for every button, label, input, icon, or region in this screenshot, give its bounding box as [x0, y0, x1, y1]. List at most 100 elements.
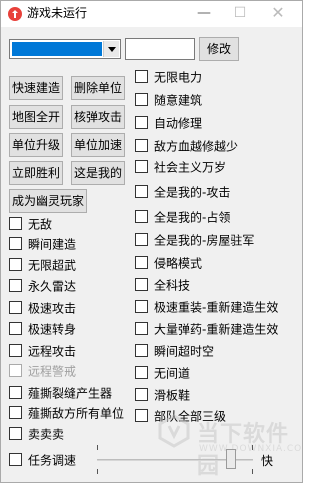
checkbox-label: 瞬间超时空: [154, 344, 215, 359]
checkbox-sell-sell-sell[interactable]: 卖卖卖: [9, 425, 64, 443]
slider-tick: [97, 445, 98, 450]
checkbox-all-mine-garrison[interactable]: 全是我的-房屋驻军: [135, 231, 254, 249]
maximize-button[interactable]: ☐: [225, 1, 255, 27]
checkbox-enemy-repair-loss[interactable]: 敌方血越修越少: [135, 137, 238, 155]
checkbox-mission-speed[interactable]: 任务调速: [9, 451, 76, 469]
checkbox-box[interactable]: [135, 344, 148, 357]
checkbox-label: 大量弹药-重新建造生效: [154, 322, 279, 337]
checkbox-ranged-attack[interactable]: 远程攻击: [9, 342, 76, 360]
checkbox-box[interactable]: [135, 93, 148, 106]
checkbox-all-tech[interactable]: 全科技: [135, 276, 190, 294]
checkbox-box[interactable]: [135, 116, 148, 129]
checkbox-box[interactable]: [135, 160, 148, 173]
instant-win-button[interactable]: 立即胜利: [9, 161, 63, 185]
checkbox-box[interactable]: [9, 386, 22, 399]
slider-tick: [97, 469, 98, 474]
close-button[interactable]: ✕: [263, 1, 293, 27]
checkbox-permanent-radar[interactable]: 永久雷达: [9, 277, 76, 295]
checkbox-box[interactable]: [135, 409, 148, 422]
checkbox-box[interactable]: [9, 301, 22, 314]
checkbox-box[interactable]: [9, 217, 22, 230]
game-select-dropdown[interactable]: [9, 39, 121, 59]
checkbox-label: 薤撕敌方所有单位: [28, 406, 125, 421]
checkbox-box: [9, 364, 22, 377]
checkbox-box[interactable]: [135, 185, 148, 198]
checkbox-label: 全是我的-房屋驻军: [154, 233, 255, 248]
checkbox-label: 自动修理: [154, 116, 203, 131]
chevron-down-icon[interactable]: [103, 41, 119, 57]
checkbox-box[interactable]: [9, 322, 22, 335]
checkbox-box[interactable]: [135, 233, 148, 246]
slider-tick: [252, 469, 253, 474]
speed-slider-thumb[interactable]: [226, 449, 236, 469]
checkbox-unlimited-superweapon[interactable]: 无限超武: [9, 256, 76, 274]
checkbox-instant-chrono[interactable]: 瞬间超时空: [135, 342, 214, 360]
app-window: 游戏未运行 — ☐ ✕ 修改 快速建造 删除单位 地图全开 核弹攻击 单位升级 …: [0, 0, 303, 483]
checkbox-label: 无限电力: [154, 70, 203, 85]
checkbox-auto-repair[interactable]: 自动修理: [135, 114, 202, 132]
checkbox-label: 无限超武: [28, 258, 77, 273]
checkbox-box[interactable]: [135, 139, 148, 152]
checkbox-destroy-all-enemy[interactable]: 薤撕敌方所有单位: [9, 404, 124, 422]
minimize-button[interactable]: —: [189, 1, 219, 27]
watermark-logo-icon: [158, 414, 190, 448]
this-is-mine-button[interactable]: 这是我的: [71, 161, 125, 185]
checkbox-rift-generator[interactable]: 薤撕裂缝产生器: [9, 384, 112, 402]
checkbox-box[interactable]: [135, 256, 148, 269]
checkbox-fast-reload[interactable]: 极速重装-重新建造生效: [135, 298, 278, 316]
unit-speed-button[interactable]: 单位加速: [71, 133, 125, 157]
map-reveal-button[interactable]: 地图全开: [9, 105, 63, 129]
checkbox-box[interactable]: [135, 366, 148, 379]
checkbox-box[interactable]: [135, 278, 148, 291]
checkbox-all-mine-attack[interactable]: 全是我的-攻击: [135, 183, 230, 201]
checkbox-label: 极速转身: [28, 322, 77, 337]
checkbox-lots-of-ammo[interactable]: 大量弹药-重新建造生效: [135, 320, 278, 338]
checkbox-box[interactable]: [9, 258, 22, 271]
checkbox-label: 全是我的-占领: [154, 210, 231, 225]
checkbox-free-build[interactable]: 随意建筑: [135, 91, 202, 109]
unit-upgrade-button[interactable]: 单位升级: [9, 133, 63, 157]
checkbox-label: 任务调速: [28, 453, 77, 468]
checkbox-box[interactable]: [9, 406, 22, 419]
checkbox-label: 远程攻击: [28, 344, 77, 359]
checkbox-box[interactable]: [135, 70, 148, 83]
checkbox-unlimited-power[interactable]: 无限电力: [135, 68, 202, 86]
checkbox-box[interactable]: [9, 279, 22, 292]
checkbox-label: 薤撕裂缝产生器: [28, 386, 113, 401]
checkbox-fast-turn[interactable]: 极速转身: [9, 320, 76, 338]
checkbox-label: 永久雷达: [28, 279, 77, 294]
edit-button[interactable]: 修改: [199, 37, 239, 61]
nuke-attack-button[interactable]: 核弹攻击: [71, 105, 125, 129]
app-icon: [8, 7, 22, 21]
checkbox-label: 极速重装-重新建造生效: [154, 300, 279, 315]
checkbox-box[interactable]: [135, 210, 148, 223]
checkbox-box[interactable]: [135, 322, 148, 335]
checkbox-label: 无敌: [28, 217, 53, 232]
checkbox-label: 瞬间建造: [28, 237, 77, 252]
checkbox-invasion-mode[interactable]: 侵略模式: [135, 254, 202, 272]
checkbox-infernal-affairs[interactable]: 无间道: [135, 364, 190, 382]
delete-unit-button[interactable]: 删除单位: [71, 76, 125, 100]
checkbox-socialism[interactable]: 社会主义万岁: [135, 158, 226, 176]
checkbox-instant-build[interactable]: 瞬间建造: [9, 235, 76, 253]
dropdown-selection: [12, 42, 102, 56]
value-input[interactable]: [125, 38, 195, 60]
checkbox-skate-shoes[interactable]: 滑板鞋: [135, 386, 190, 404]
checkbox-invincible[interactable]: 无敌: [9, 215, 52, 233]
checkbox-box[interactable]: [9, 427, 22, 440]
checkbox-box[interactable]: [9, 237, 22, 250]
window-title: 游戏未运行: [27, 6, 88, 20]
checkbox-all-mine-capture[interactable]: 全是我的-占领: [135, 208, 230, 226]
become-ghost-button[interactable]: 成为幽灵玩家: [9, 189, 87, 213]
checkbox-box[interactable]: [9, 453, 22, 466]
checkbox-box[interactable]: [135, 388, 148, 401]
checkbox-box[interactable]: [135, 300, 148, 313]
quick-build-button[interactable]: 快速建造: [9, 76, 63, 100]
checkbox-fast-attack[interactable]: 极速攻击: [9, 299, 76, 317]
slider-tick: [252, 445, 253, 450]
title-bar: 游戏未运行 — ☐ ✕: [1, 1, 302, 27]
checkbox-label: 远程警戒: [28, 364, 77, 379]
checkbox-label: 社会主义万岁: [154, 160, 227, 175]
checkbox-label: 侵略模式: [154, 256, 203, 271]
checkbox-box[interactable]: [9, 344, 22, 357]
